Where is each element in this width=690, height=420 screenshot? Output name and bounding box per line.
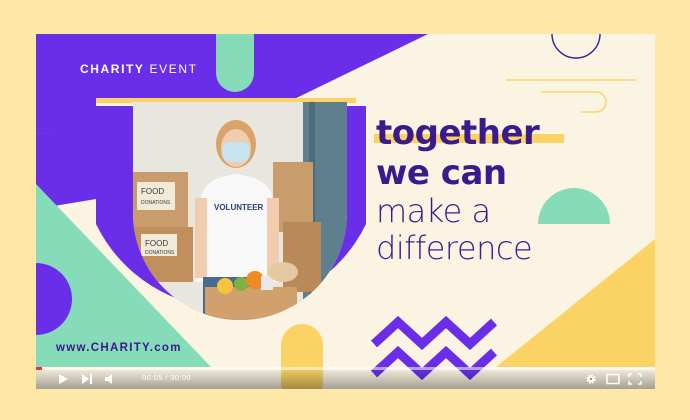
face-mask [222,142,250,162]
shirt-text: VOLUNTEER [214,203,264,212]
volunteer-photo: FOOD DONATIONS FOOD DONATIONS VOLUNTEER [133,102,347,320]
brand-label: CHARITY EVENT [80,62,198,76]
brand-word-charity: CHARITY [80,62,145,76]
purple-zigzag-1 [370,315,498,351]
skip-next-icon[interactable] [80,373,94,385]
headline-line-3: make a [376,192,491,230]
outline-circle-top-right [551,34,601,59]
miniplayer-icon[interactable] [606,373,620,385]
volume-icon[interactable] [104,373,118,385]
box-label-food: FOOD [141,187,164,196]
volunteer-illustration: FOOD DONATIONS FOOD DONATIONS VOLUNTEER [133,102,347,320]
website-url: www.CHARITY.com [56,342,182,354]
yellow-line-decor [541,91,607,113]
mint-pill-top [216,34,254,92]
headline: together we can make a difference [376,113,540,267]
video-player[interactable]: CHARITY EVENT FOOD DONATIONS FOOD DONATIO… [36,34,655,389]
progress-bar[interactable] [36,367,655,370]
player-controls: 00:05 / 30:00 [36,367,655,389]
progress-fill [36,367,42,370]
box-label-donations-2: DONATIONS [145,250,175,256]
mint-semicircle [538,188,610,224]
brand-word-event: EVENT [149,62,198,76]
box-label-donations: DONATIONS [141,200,171,206]
gear-icon[interactable] [584,373,598,385]
time-separator: / [165,373,168,382]
duration: 30:00 [170,373,192,382]
headline-line-4: difference [376,229,533,267]
time-display: 00:05 / 30:00 [142,373,191,382]
headline-line-2: we can [376,153,507,193]
box-label-food-2: FOOD [145,239,168,248]
play-icon[interactable] [56,373,70,385]
current-time: 00:05 [142,373,163,382]
fullscreen-icon[interactable] [628,373,642,385]
headline-line-1: together [376,113,540,153]
